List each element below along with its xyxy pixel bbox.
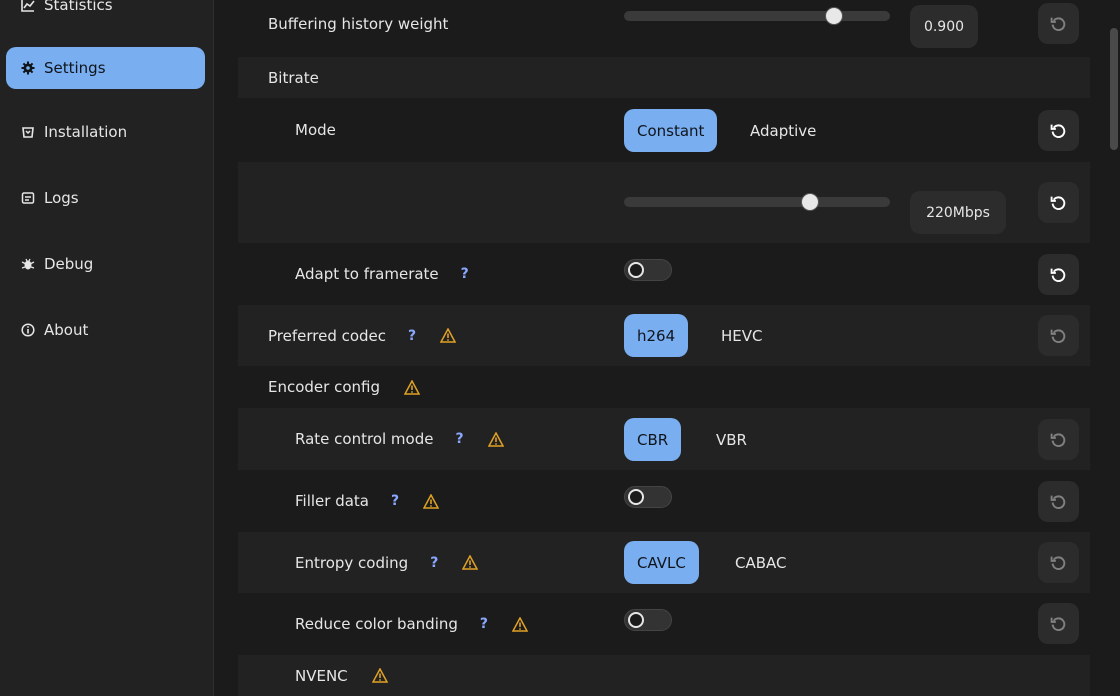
help-icon[interactable]: ? — [461, 266, 469, 282]
setting-label: Entropy coding — [295, 553, 409, 572]
setting-label: Adapt to framerate — [295, 265, 439, 283]
mode-reset-button[interactable] — [1038, 110, 1079, 151]
color-banding-toggle[interactable] — [624, 609, 672, 631]
sidebar-item-label: Settings — [44, 59, 106, 77]
warning-icon — [404, 379, 420, 395]
chart-icon — [20, 0, 36, 13]
bitrate-value-field[interactable]: 220Mbps — [910, 191, 1006, 234]
warning-icon — [512, 616, 529, 632]
sidebar: Statistics Settings Installation Logs De… — [0, 0, 214, 696]
mode-adaptive-option[interactable]: Adaptive — [737, 109, 829, 152]
adapt-framerate-toggle[interactable] — [624, 259, 672, 281]
bitrate-section-row: Bitrate — [238, 57, 1090, 98]
sidebar-item-installation[interactable]: Installation — [6, 111, 205, 153]
sidebar-item-label: Logs — [44, 189, 79, 207]
reset-icon — [1050, 433, 1066, 447]
setting-label: Reduce color banding — [295, 615, 458, 633]
section-label: Encoder config — [268, 378, 380, 396]
filler-data-reset-button[interactable] — [1038, 481, 1079, 522]
entropy-coding-reset-button[interactable] — [1038, 542, 1079, 583]
sidebar-item-label: Installation — [44, 123, 128, 141]
buffering-reset-button[interactable] — [1038, 3, 1079, 44]
entropy-cavlc-option[interactable]: CAVLC — [624, 541, 699, 584]
scrollbar[interactable] — [1110, 28, 1118, 150]
sidebar-item-label: Debug — [44, 255, 94, 273]
help-icon[interactable]: ? — [391, 493, 399, 509]
reset-icon — [1050, 124, 1066, 138]
sidebar-item-statistics[interactable]: Statistics — [6, 0, 205, 26]
rate-control-reset-button[interactable] — [1038, 419, 1079, 460]
setting-label: Buffering history weight — [268, 15, 449, 33]
warning-icon — [440, 328, 457, 343]
sidebar-item-about[interactable]: About — [6, 309, 205, 351]
logs-icon — [20, 190, 36, 206]
section-label: NVENC — [295, 666, 348, 685]
nvenc-section-row: NVENC — [238, 655, 1090, 696]
bug-icon — [20, 256, 36, 272]
gear-icon — [20, 60, 36, 76]
reset-icon — [1050, 329, 1066, 343]
toggle-knob — [628, 612, 644, 628]
section-label: Bitrate — [268, 68, 319, 87]
sidebar-item-label: Statistics — [44, 0, 113, 14]
toggle-knob — [628, 262, 644, 278]
help-icon[interactable]: ? — [408, 328, 416, 344]
buffering-value-field[interactable]: 0.900 — [910, 5, 978, 48]
reset-icon — [1050, 617, 1066, 631]
reset-icon — [1050, 17, 1066, 31]
rate-control-vbr-option[interactable]: VBR — [703, 418, 760, 461]
codec-h264-option[interactable]: h264 — [624, 314, 689, 357]
help-icon[interactable]: ? — [480, 616, 488, 632]
buffering-slider-thumb[interactable] — [825, 7, 844, 25]
bitrate-reset-button[interactable] — [1038, 182, 1079, 223]
warning-icon — [423, 493, 440, 509]
encoder-config-section-row: Encoder config — [238, 366, 1090, 408]
mode-constant-option[interactable]: Constant — [624, 109, 718, 152]
sidebar-item-debug[interactable]: Debug — [6, 243, 205, 285]
rate-control-cbr-option[interactable]: CBR — [624, 418, 682, 461]
reset-icon — [1050, 495, 1066, 509]
sidebar-item-label: About — [44, 321, 89, 339]
codec-hevc-option[interactable]: HEVC — [708, 314, 776, 357]
warning-icon — [462, 555, 479, 570]
buffering-slider-track[interactable] — [624, 11, 890, 21]
setting-label: Rate control mode — [295, 430, 434, 448]
filler-data-toggle[interactable] — [624, 486, 672, 508]
help-icon[interactable]: ? — [455, 431, 463, 447]
bitrate-slider-track[interactable] — [624, 197, 890, 207]
reset-icon — [1050, 556, 1066, 570]
install-icon — [20, 124, 36, 140]
sidebar-item-settings[interactable]: Settings — [6, 47, 205, 89]
codec-reset-button[interactable] — [1038, 315, 1079, 356]
reset-icon — [1050, 268, 1066, 282]
warning-icon — [371, 668, 388, 683]
setting-label: Mode — [295, 121, 336, 139]
warning-icon — [487, 431, 504, 447]
color-banding-reset-button[interactable] — [1038, 603, 1079, 644]
entropy-cabac-option[interactable]: CABAC — [722, 541, 800, 584]
adapt-framerate-reset-button[interactable] — [1038, 254, 1079, 295]
setting-label: Filler data — [295, 492, 369, 510]
reset-icon — [1050, 196, 1066, 210]
info-icon — [20, 322, 36, 338]
toggle-knob — [628, 489, 644, 505]
help-icon[interactable]: ? — [430, 555, 438, 571]
settings-panel: Buffering history weight 0.900 Bitrate M… — [214, 0, 1120, 696]
sidebar-item-logs[interactable]: Logs — [6, 177, 205, 219]
setting-label: Preferred codec — [268, 326, 387, 345]
